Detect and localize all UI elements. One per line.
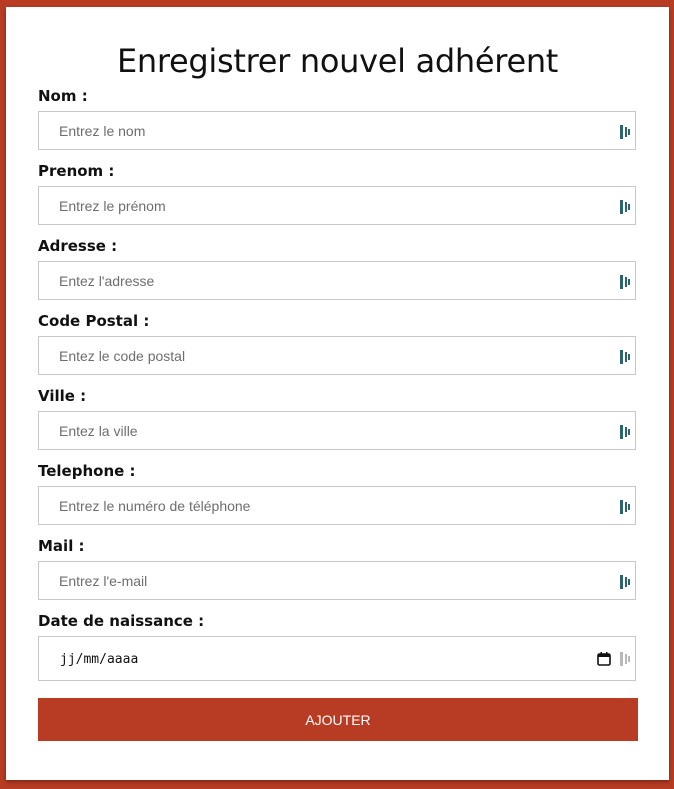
code-postal-label: Code Postal : xyxy=(38,312,150,330)
adresse-label: Adresse : xyxy=(38,237,118,255)
mail-placeholder: Entrez l'e-mail xyxy=(59,573,148,589)
prenom-label: Prenom : xyxy=(38,162,115,180)
date-naissance-input[interactable]: jj/mm/aaaa xyxy=(38,636,636,681)
password-manager-icon[interactable] xyxy=(620,275,630,289)
calendar-icon[interactable] xyxy=(597,652,611,666)
date-naissance-value: jj/mm/aaaa xyxy=(60,652,139,667)
password-manager-icon[interactable] xyxy=(620,500,630,514)
register-member-form: Enregistrer nouvel adhérent Nom : Entrez… xyxy=(6,7,669,780)
prenom-placeholder: Entrez le prénom xyxy=(59,198,166,214)
nom-label: Nom : xyxy=(38,87,88,105)
date-naissance-label: Date de naissance : xyxy=(38,612,205,630)
telephone-placeholder: Entrez le numéro de téléphone xyxy=(59,498,251,514)
password-manager-icon[interactable] xyxy=(620,575,630,589)
telephone-input[interactable]: Entrez le numéro de téléphone xyxy=(38,486,636,525)
prenom-input[interactable]: Entrez le prénom xyxy=(38,186,636,225)
form-title: Enregistrer nouvel adhérent xyxy=(116,42,559,80)
adresse-input[interactable]: Entez l'adresse xyxy=(38,261,636,300)
adresse-placeholder: Entez l'adresse xyxy=(59,273,155,289)
ville-input[interactable]: Entez la ville xyxy=(38,411,636,450)
password-manager-icon[interactable] xyxy=(620,350,630,364)
ville-placeholder: Entez la ville xyxy=(59,423,138,439)
code-postal-placeholder: Entez le code postal xyxy=(59,348,186,364)
password-manager-icon[interactable] xyxy=(620,652,630,666)
nom-placeholder: Entrez le nom xyxy=(59,123,146,139)
mail-label: Mail : xyxy=(38,537,85,555)
nom-input[interactable]: Entrez le nom xyxy=(38,111,636,150)
telephone-label: Telephone : xyxy=(38,462,136,480)
password-manager-icon[interactable] xyxy=(620,425,630,439)
ville-label: Ville : xyxy=(38,387,87,405)
code-postal-input[interactable]: Entez le code postal xyxy=(38,336,636,375)
password-manager-icon[interactable] xyxy=(620,125,630,139)
ajouter-button[interactable]: AJOUTER xyxy=(38,698,638,741)
password-manager-icon[interactable] xyxy=(620,200,630,214)
mail-input[interactable]: Entrez l'e-mail xyxy=(38,561,636,600)
